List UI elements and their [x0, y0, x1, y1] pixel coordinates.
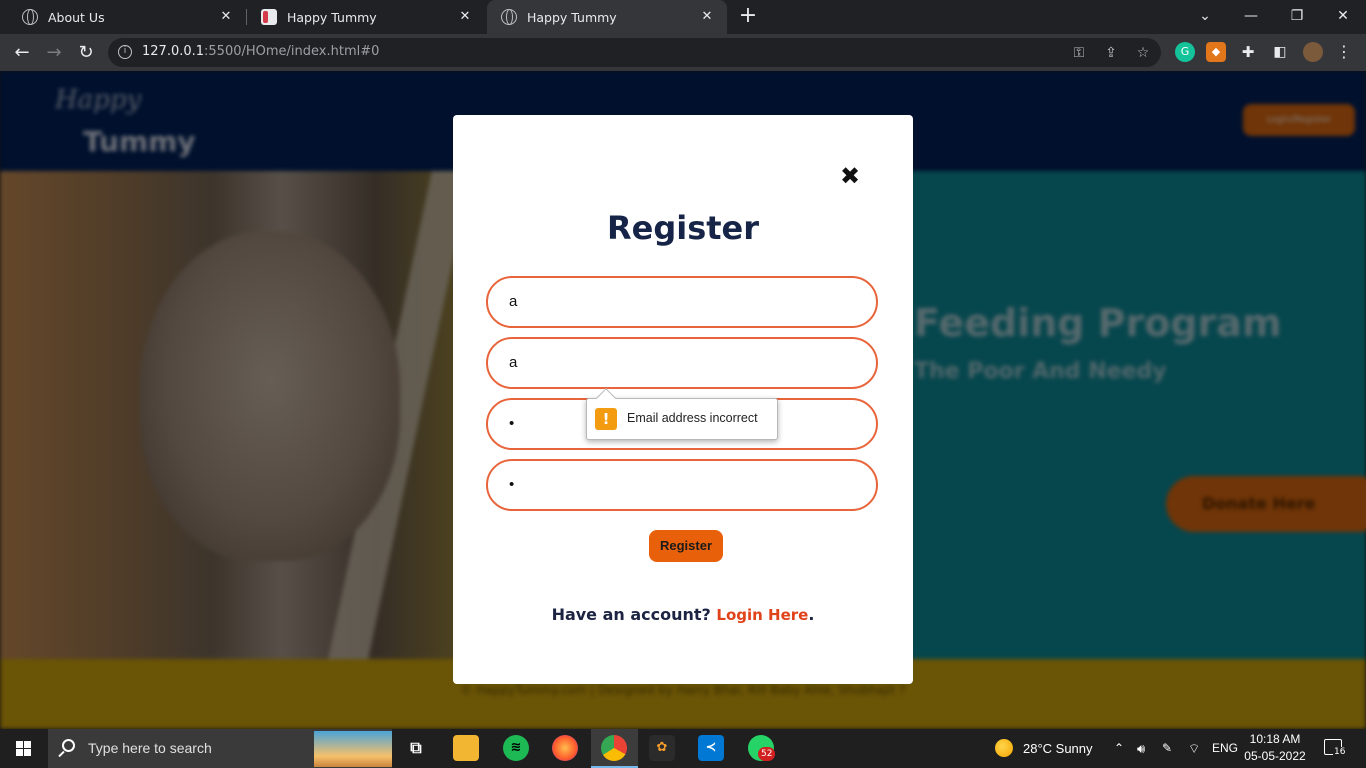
login-here-link[interactable]: Login Here — [716, 606, 808, 624]
clock-time: 10:18 AM — [1249, 732, 1301, 746]
task-view-icon[interactable]: ⧉ — [403, 735, 429, 761]
confirm-password-field[interactable]: • — [486, 459, 878, 511]
language-indicator[interactable]: ENG — [1212, 729, 1238, 768]
reload-icon[interactable]: ↻ — [74, 41, 98, 65]
windows-taskbar: Type here to search ⧉ ≋ ✿ ≺ 52 28°C Sunn… — [0, 729, 1366, 768]
page-viewport: Happy Tummy Login/Register Feeding Progr… — [0, 71, 1366, 729]
bookmark-star-icon[interactable]: ☆ — [1134, 44, 1152, 62]
vscode-icon[interactable]: ≺ — [698, 735, 724, 761]
globe-icon — [501, 9, 517, 25]
tab-happy-tummy-active[interactable]: Happy Tummy ✕ — [487, 0, 727, 34]
register-button[interactable]: Register — [649, 530, 723, 562]
menu-kebab-icon[interactable]: ⋮ — [1334, 42, 1354, 62]
tab-title: Happy Tummy — [527, 9, 617, 25]
volume-icon[interactable]: 🔊︎ — [1137, 729, 1145, 768]
tab-close-icon[interactable]: ✕ — [218, 9, 234, 25]
have-account-text: Have an account? Login Here. — [453, 605, 913, 624]
url-host: 127.0.0.1 — [142, 44, 205, 59]
system-clock[interactable]: 10:18 AM 05-05-2022 — [1240, 731, 1310, 765]
notification-count: 16 — [1333, 747, 1347, 757]
tab-close-icon[interactable]: ✕ — [457, 9, 473, 25]
close-icon[interactable]: ✖ — [839, 163, 861, 189]
tab-title: Happy Tummy — [287, 9, 377, 25]
share-icon[interactable]: ⇪ — [1102, 44, 1120, 62]
fl-studio-icon[interactable]: ✿ — [649, 735, 675, 761]
restore-icon[interactable]: ❐ — [1274, 0, 1320, 34]
validation-message: Email address incorrect — [627, 411, 758, 425]
minimize-icon[interactable]: — — [1228, 0, 1274, 34]
site-favicon-icon — [261, 9, 277, 25]
tab-happy-tummy[interactable]: Happy Tummy ✕ — [247, 0, 485, 34]
search-highlight-art — [314, 731, 392, 767]
side-panel-icon[interactable]: ◧ — [1270, 42, 1290, 62]
windows-start-icon[interactable] — [0, 729, 48, 768]
metamask-icon[interactable]: ◆ — [1206, 42, 1226, 62]
browser-toolbar: ← → ↻ i 127.0.0.1:5500/HOme/index.html#0… — [0, 34, 1366, 71]
pen-input-icon[interactable]: ✎ — [1162, 729, 1172, 768]
warning-icon: ! — [595, 408, 617, 430]
clock-date: 05-05-2022 — [1244, 749, 1306, 763]
period: . — [808, 605, 815, 624]
profile-avatar[interactable] — [1303, 42, 1323, 62]
forward-arrow-icon[interactable]: → — [42, 41, 66, 65]
account-prompt: Have an account? — [551, 605, 711, 624]
grammarly-icon[interactable]: G — [1175, 42, 1195, 62]
site-info-icon[interactable]: i — [118, 45, 132, 59]
search-icon — [62, 739, 75, 752]
weather-text[interactable]: 28°C Sunny — [1023, 729, 1093, 768]
search-placeholder: Type here to search — [88, 740, 212, 756]
name-field[interactable]: a — [486, 276, 878, 328]
window-close-icon[interactable]: ✕ — [1320, 0, 1366, 34]
back-arrow-icon[interactable]: ← — [10, 41, 34, 65]
globe-icon — [22, 9, 38, 25]
sunny-weather-icon — [995, 739, 1013, 757]
url-text: 127.0.0.1:5500/HOme/index.html#0 — [142, 44, 379, 59]
address-bar[interactable]: i 127.0.0.1:5500/HOme/index.html#0 ⚿ ⇪ ☆ — [108, 38, 1161, 67]
wifi-icon[interactable]: ⌔ — [1188, 729, 1200, 768]
tab-title: About Us — [48, 9, 105, 25]
validation-tooltip: ! Email address incorrect — [586, 388, 778, 440]
chrome-icon[interactable] — [601, 735, 627, 761]
spotify-icon[interactable]: ≋ — [503, 735, 529, 761]
file-explorer-icon[interactable] — [453, 735, 479, 761]
tab-search-chevron-icon[interactable]: ⌄ — [1182, 0, 1228, 34]
extensions-puzzle-icon[interactable]: ✚ — [1238, 42, 1258, 62]
firefox-icon[interactable] — [552, 735, 578, 761]
new-tab-plus-icon[interactable]: + — [737, 5, 759, 28]
email-field[interactable]: a — [486, 337, 878, 389]
modal-title: Register — [606, 209, 760, 247]
taskbar-search-box[interactable]: Type here to search — [48, 729, 392, 768]
show-hidden-icons-chevron-icon[interactable]: ⌃ — [1114, 729, 1124, 768]
browser-tab-strip: About Us ✕ Happy Tummy ✕ Happy Tummy ✕ +… — [0, 0, 1366, 34]
register-modal: ✖ Register a a • • Register Have an acco… — [453, 115, 913, 684]
whatsapp-unread-badge: 52 — [758, 747, 776, 761]
key-icon[interactable]: ⚿ — [1070, 44, 1088, 62]
tab-close-icon[interactable]: ✕ — [699, 9, 715, 25]
tab-about-us[interactable]: About Us ✕ — [8, 0, 246, 34]
url-path: :5500/HOme/index.html#0 — [204, 44, 380, 59]
